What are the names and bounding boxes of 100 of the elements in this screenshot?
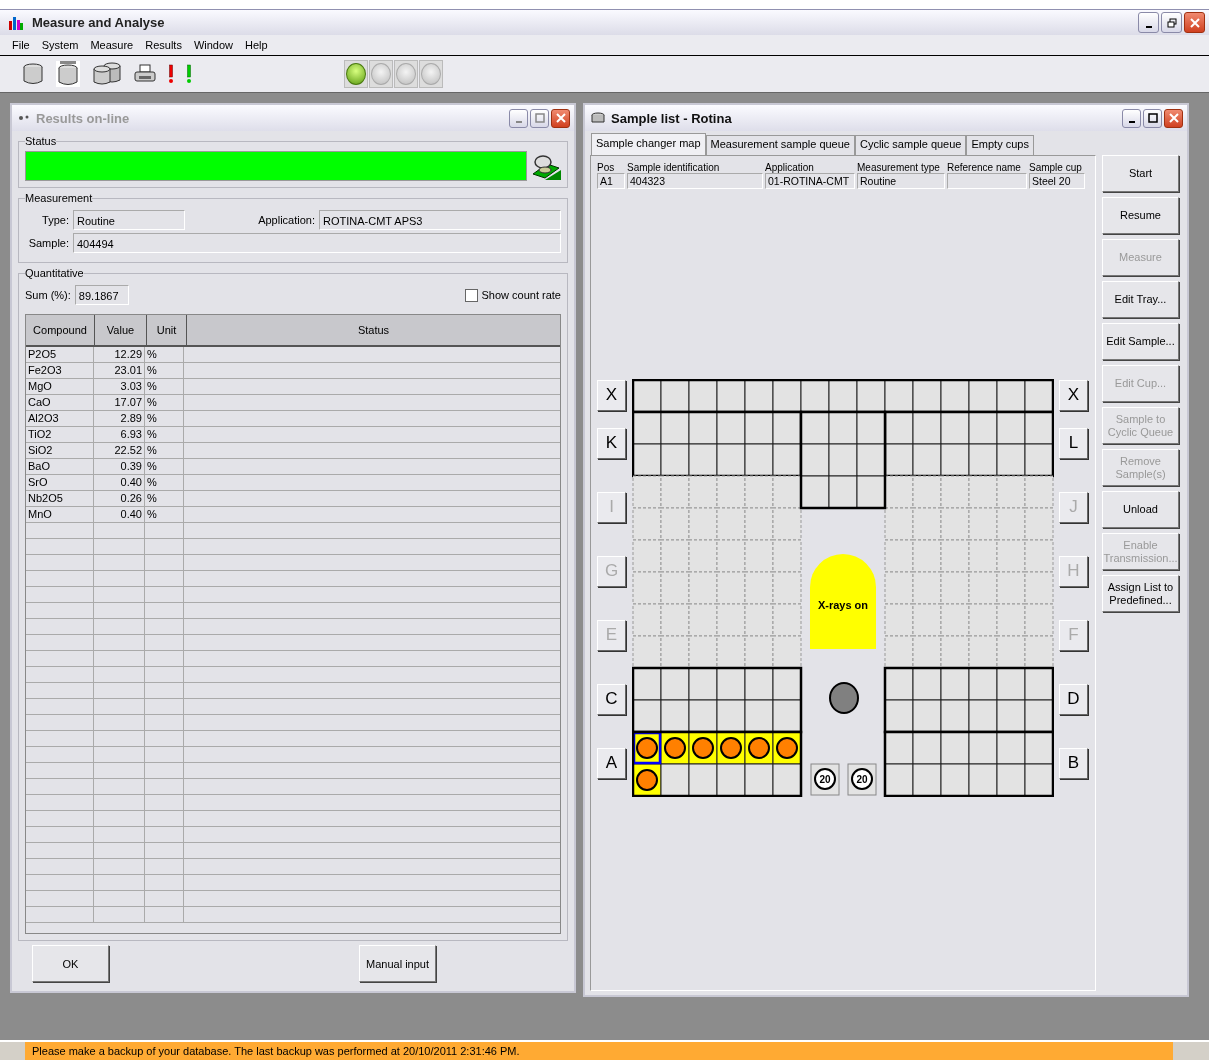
table-cell: 22.52 — [94, 443, 145, 458]
tray-button[interactable]: A — [597, 747, 626, 779]
sample-holder-icon — [829, 682, 859, 714]
menu-item[interactable]: Window — [187, 39, 240, 51]
tray-button[interactable]: C — [597, 683, 626, 715]
tray-position[interactable] — [716, 763, 746, 797]
tray-position[interactable] — [688, 763, 718, 797]
minimize-icon — [1145, 25, 1152, 28]
column-header[interactable]: Unit — [147, 315, 187, 345]
action-button[interactable]: Unload — [1102, 491, 1179, 528]
action-button[interactable]: Resume — [1102, 197, 1179, 234]
type-field: Routine — [73, 210, 185, 230]
sample-tray[interactable] — [632, 410, 803, 478]
sample-tray[interactable] — [883, 730, 1054, 797]
tray-position[interactable] — [660, 763, 690, 797]
tab[interactable]: Measurement sample queue — [705, 135, 855, 155]
reference-name-field[interactable] — [947, 173, 1027, 189]
tray-button[interactable]: L — [1059, 427, 1088, 459]
menu-item[interactable]: Help — [239, 39, 274, 51]
tray-position[interactable] — [632, 763, 662, 797]
tray-position[interactable] — [744, 731, 774, 765]
restore-button[interactable] — [1161, 12, 1182, 33]
tray-position[interactable] — [744, 763, 774, 797]
table-cell: Al2O3 — [26, 411, 94, 426]
sample-cup-icon[interactable]: 20 — [810, 763, 840, 796]
table-cell: SrO — [26, 475, 94, 490]
sample-tray[interactable] — [884, 475, 1054, 541]
close-button[interactable] — [1164, 108, 1183, 128]
sample-tray[interactable] — [632, 603, 802, 669]
column-header[interactable]: Value — [95, 315, 147, 345]
cylinders-icon[interactable] — [92, 62, 122, 86]
close-button[interactable] — [551, 108, 570, 128]
menu-item[interactable]: Results — [139, 39, 188, 51]
minimize-button[interactable] — [1122, 108, 1141, 128]
action-button[interactable]: Assign List to Predefined... — [1102, 575, 1179, 612]
column-header[interactable]: Compound — [26, 315, 95, 345]
table-cell: 0.40 — [94, 507, 145, 522]
table-cell: MgO — [26, 379, 94, 394]
application-field[interactable]: 01-ROTINA-CMT — [765, 173, 855, 189]
sample-tray[interactable] — [632, 730, 803, 797]
menu-item[interactable]: Measure — [84, 39, 140, 51]
menu-item[interactable]: System — [35, 39, 85, 51]
chart-icon — [8, 14, 24, 31]
tray-position[interactable] — [688, 731, 718, 765]
tray-position[interactable] — [772, 763, 802, 797]
sample-tray[interactable] — [632, 475, 802, 541]
checkbox[interactable] — [464, 288, 478, 302]
table-cell: 2.89 — [94, 411, 145, 426]
tab[interactable]: Empty cups — [966, 135, 1034, 155]
sample-tray[interactable] — [883, 410, 1054, 478]
field-label: Sample: — [27, 237, 69, 249]
close-button[interactable] — [1184, 12, 1205, 33]
column-header[interactable]: Status — [187, 315, 560, 345]
action-button[interactable]: Edit Tray... — [1102, 281, 1179, 318]
cylinder-icon[interactable] — [56, 61, 80, 87]
menu-item[interactable]: File — [6, 39, 36, 51]
printer-icon[interactable] — [134, 64, 156, 84]
table-cell: 6.93 — [94, 427, 145, 442]
sample-tray[interactable] — [883, 666, 1054, 734]
position-field[interactable]: A1 — [597, 173, 625, 189]
tray-button[interactable]: K — [597, 427, 626, 459]
sample-cup-field[interactable]: Steel 20 — [1029, 173, 1085, 189]
sample-tray[interactable] — [632, 379, 1054, 414]
cylinder-icon[interactable] — [22, 62, 44, 86]
column-header: Application — [765, 162, 815, 173]
application-field: ROTINA-CMT APS3 — [319, 210, 561, 230]
action-button[interactable]: Start — [1102, 155, 1179, 192]
field-label: Sum (%): — [25, 289, 71, 301]
minimize-icon — [1128, 121, 1135, 123]
sample-id-field[interactable]: 404323 — [627, 173, 763, 189]
minimize-button[interactable] — [1138, 12, 1159, 33]
group-label: Quantitative — [25, 267, 84, 279]
tray-position[interactable] — [716, 731, 746, 765]
tray-button[interactable]: D — [1059, 683, 1088, 715]
table-cell: 3.03 — [94, 379, 145, 394]
tab[interactable]: Sample changer map — [591, 133, 706, 155]
tab[interactable]: Cyclic sample queue — [855, 135, 967, 155]
tray-position[interactable] — [660, 731, 690, 765]
manual-input-button[interactable]: Manual input — [359, 945, 436, 982]
sample-cup-icon[interactable]: 20 — [847, 763, 877, 796]
table-cell: % — [145, 475, 184, 490]
tray-position[interactable] — [772, 731, 802, 765]
tray-button[interactable]: B — [1059, 747, 1088, 779]
maximize-button[interactable] — [1143, 108, 1162, 128]
sample-tray[interactable] — [884, 603, 1054, 669]
measurement-type-field[interactable]: Routine — [857, 173, 945, 189]
window-title: Results on-line — [36, 110, 130, 126]
table-cell: 0.39 — [94, 459, 145, 474]
column-header: Measurement type — [857, 162, 941, 173]
ok-button[interactable]: OK — [32, 945, 109, 982]
tray-button[interactable]: X — [597, 379, 626, 411]
checkbox-label[interactable]: Show count rate — [481, 289, 561, 301]
sum-field: 89.1867 — [74, 285, 129, 305]
action-button[interactable]: Edit Sample... — [1102, 323, 1179, 360]
status-message: Please make a backup of your database. The last backup was performed at 20/10/2011 2:31:46 PM. — [25, 1042, 1173, 1060]
close-icon — [555, 113, 566, 123]
exclamation-icon[interactable] — [186, 64, 192, 84]
exclamation-icon[interactable] — [168, 64, 174, 84]
sample-tray[interactable] — [632, 666, 803, 734]
tray-button[interactable]: X — [1059, 379, 1088, 411]
